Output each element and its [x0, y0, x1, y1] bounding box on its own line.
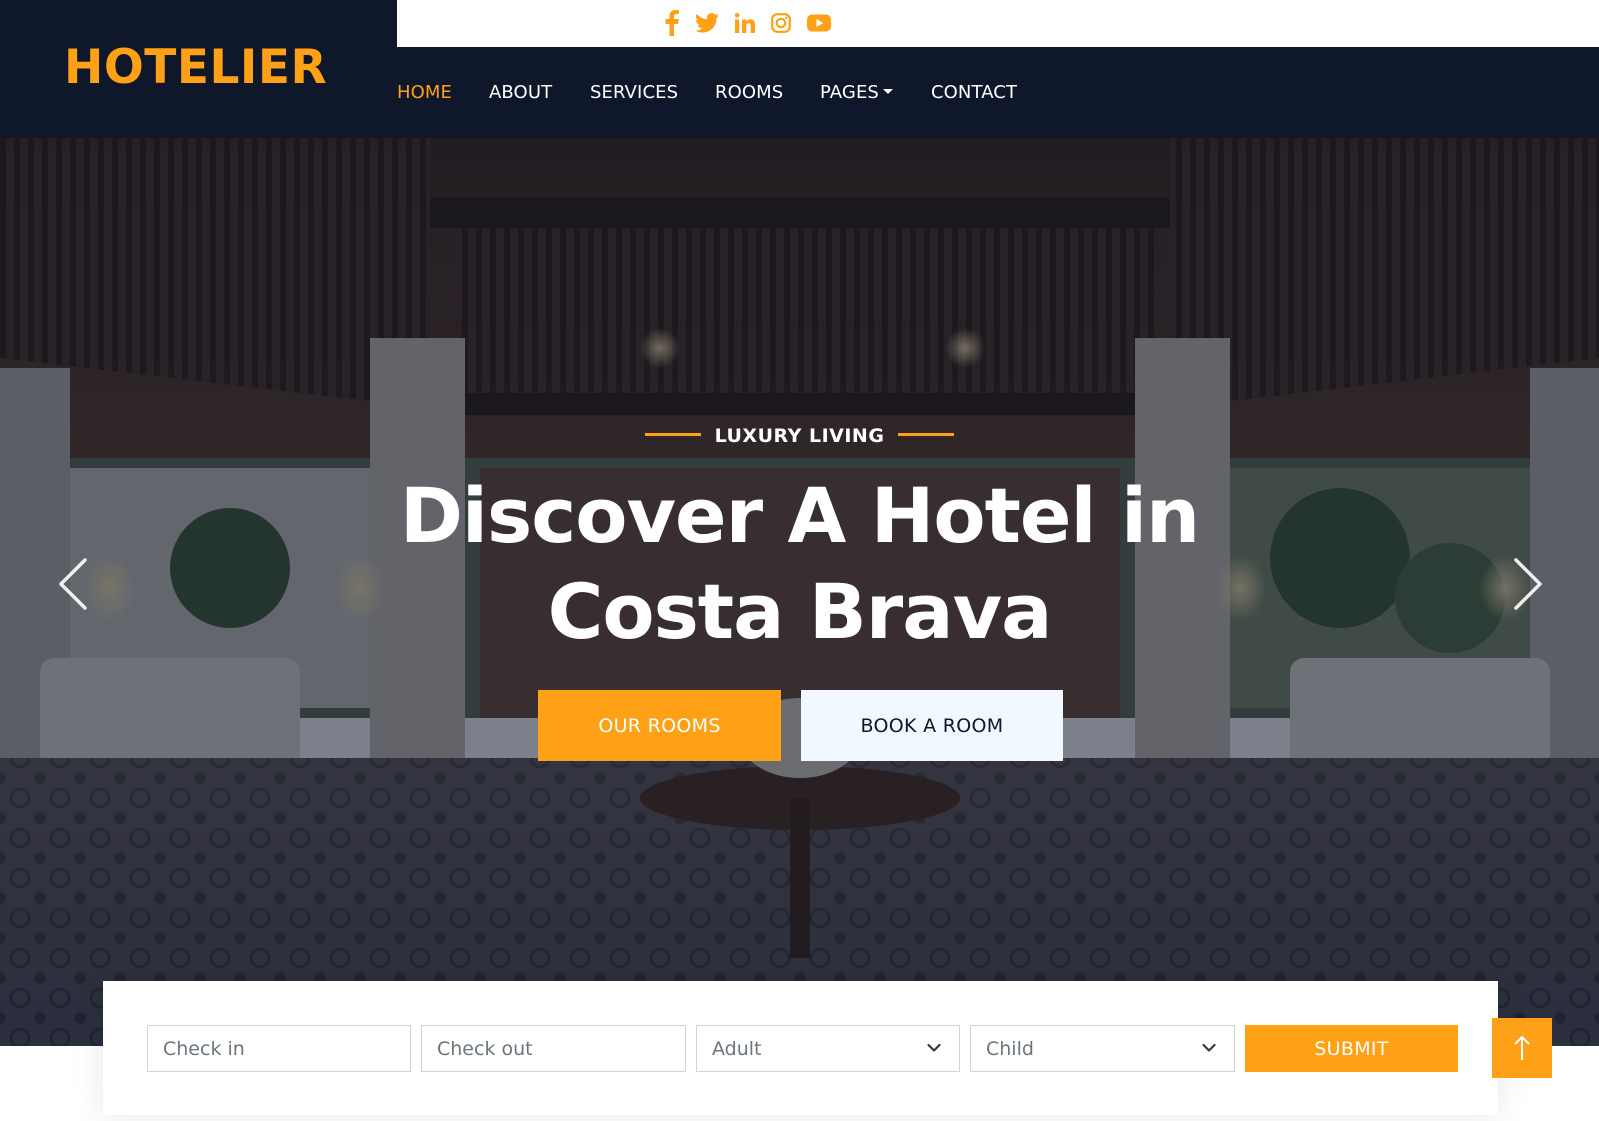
submit-button[interactable]: SUBMIT: [1245, 1025, 1458, 1072]
hero-headline-line-2: Costa Brava: [547, 567, 1053, 656]
hero-carousel: LUXURY LIVING Discover A Hotel in Costa …: [0, 138, 1599, 1046]
hero-tagline-text: LUXURY LIVING: [714, 425, 885, 447]
nav-item-about[interactable]: ABOUT: [489, 82, 552, 104]
nav-item-pages-label: PAGES: [820, 82, 879, 103]
brand-name[interactable]: HOTELIER: [64, 40, 327, 95]
our-rooms-button[interactable]: OUR ROOMS: [538, 690, 781, 761]
check-out-input[interactable]: [421, 1025, 686, 1072]
chevron-down-icon: [1202, 1043, 1216, 1052]
chevron-down-icon: [927, 1043, 941, 1052]
nav-item-home[interactable]: HOME: [397, 82, 452, 104]
hero-headline-line-1: Discover A Hotel in: [399, 471, 1200, 560]
twitter-icon[interactable]: [695, 12, 719, 34]
youtube-icon[interactable]: [807, 14, 831, 32]
book-a-room-button[interactable]: BOOK A ROOM: [801, 690, 1063, 761]
adult-select[interactable]: Adult: [696, 1025, 960, 1072]
nav-item-pages[interactable]: PAGES: [820, 82, 893, 104]
booking-form: Adult Child SUBMIT: [103, 981, 1498, 1115]
nav-item-services[interactable]: SERVICES: [590, 82, 678, 104]
arrow-up-icon: [1514, 1036, 1530, 1060]
child-select[interactable]: Child: [970, 1025, 1235, 1072]
nav-item-rooms[interactable]: ROOMS: [715, 82, 783, 104]
caret-down-icon: [882, 89, 893, 94]
chevron-left-icon[interactable]: [55, 556, 95, 612]
child-select-value: Child: [986, 1037, 1034, 1060]
linkedin-icon[interactable]: [735, 13, 755, 33]
tagline-line-right: [898, 433, 955, 436]
main-navbar: HOME ABOUT SERVICES ROOMS PAGES CONTACT: [397, 47, 1599, 138]
social-links: [665, 9, 847, 37]
adult-select-value: Adult: [712, 1037, 762, 1060]
chevron-right-icon[interactable]: [1506, 556, 1546, 612]
top-bar: [397, 0, 1599, 47]
instagram-icon[interactable]: [771, 13, 791, 33]
nav-item-contact[interactable]: CONTACT: [931, 82, 1017, 104]
facebook-icon[interactable]: [665, 10, 679, 36]
hero-headline: Discover A Hotel in Costa Brava: [0, 468, 1599, 660]
back-to-top-button[interactable]: [1492, 1018, 1552, 1078]
check-in-input[interactable]: [147, 1025, 411, 1072]
brand-logo-box[interactable]: HOTELIER: [0, 0, 397, 138]
hero-tagline: LUXURY LIVING: [0, 425, 1599, 447]
tagline-line-left: [644, 433, 701, 436]
